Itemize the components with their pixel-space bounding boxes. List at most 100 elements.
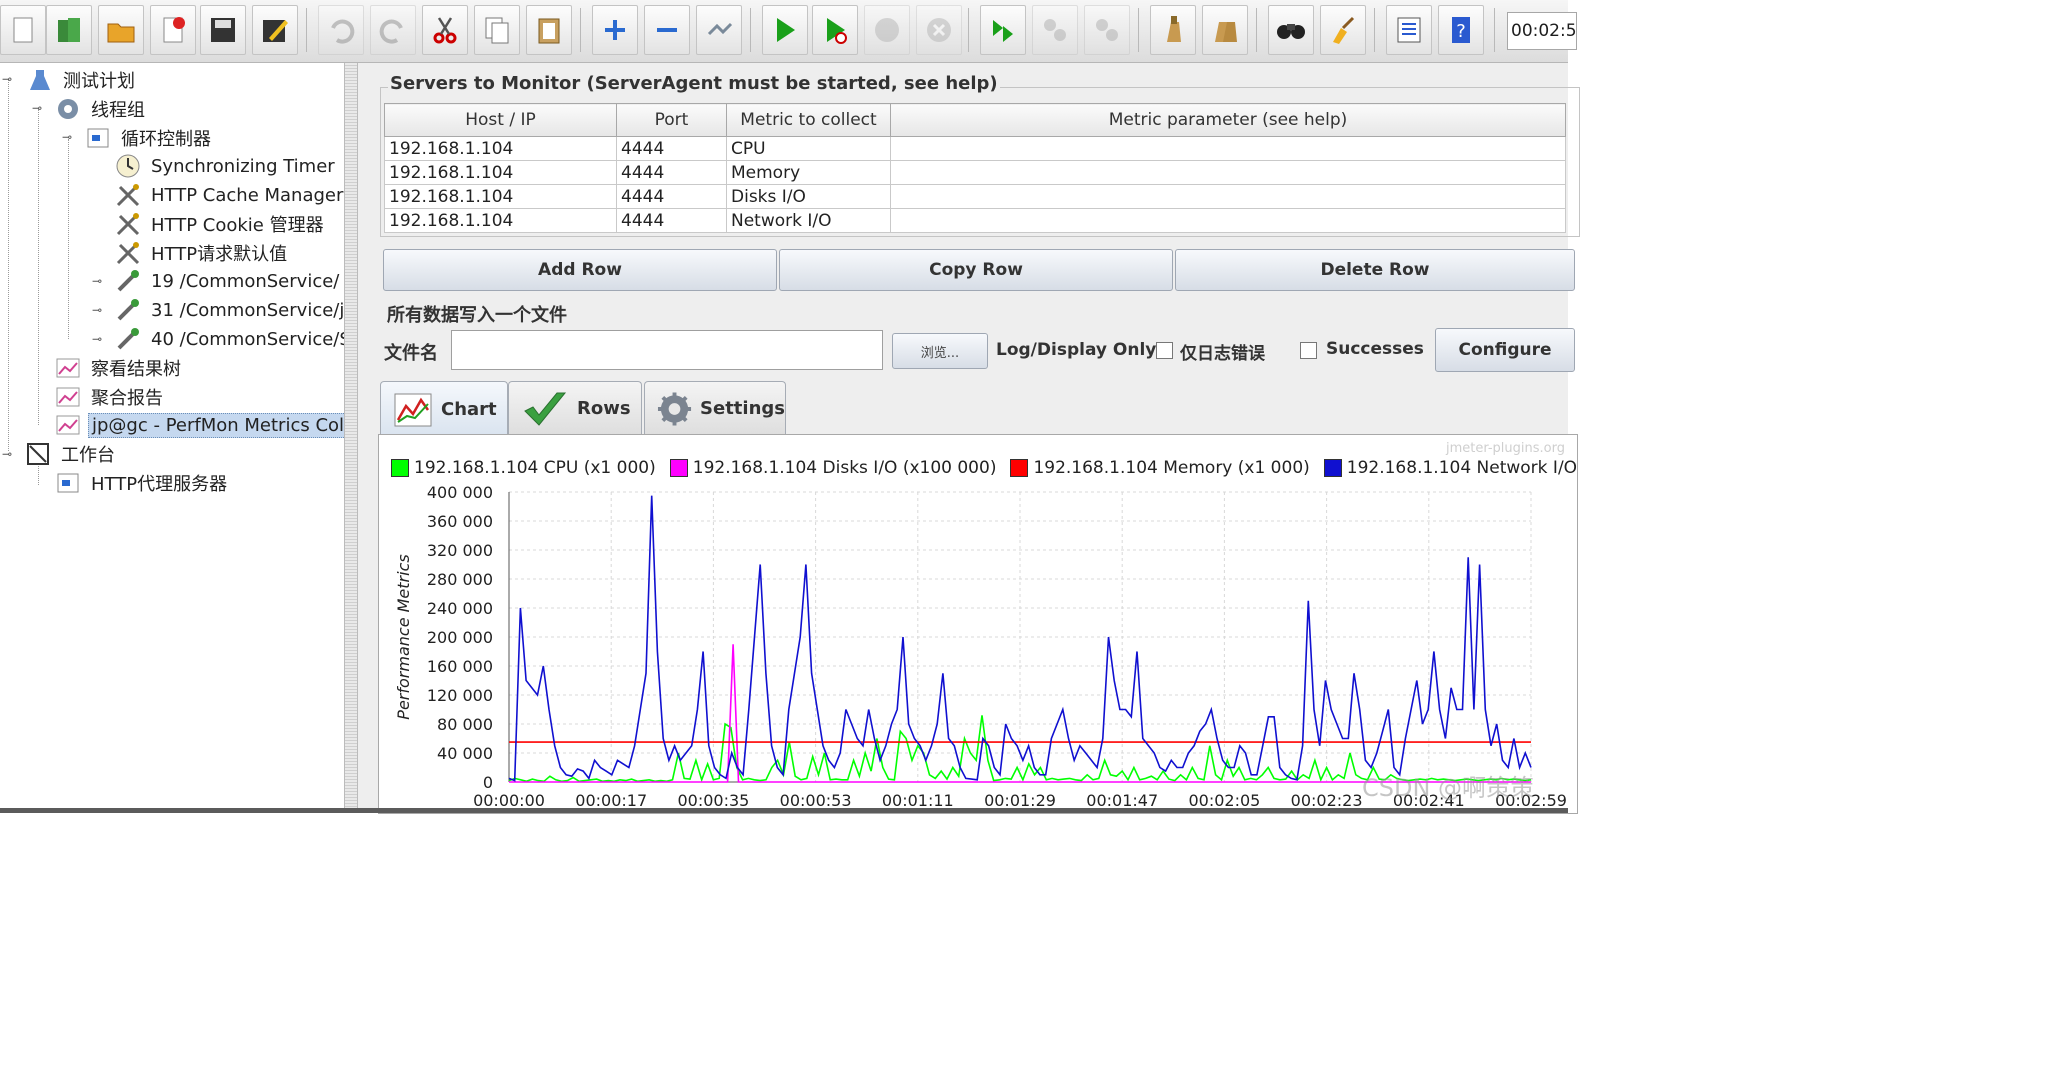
pane-splitter[interactable] xyxy=(344,63,358,808)
new-icon[interactable] xyxy=(0,5,46,55)
toggle-icon[interactable] xyxy=(696,5,742,55)
errors-only-checkbox[interactable] xyxy=(1156,342,1173,359)
clear-icon[interactable] xyxy=(1150,5,1196,55)
parameter-cell[interactable] xyxy=(890,160,1566,185)
file-section-title: 所有数据写入一个文件 xyxy=(387,305,567,326)
y-tick-label: 120 000 xyxy=(427,686,493,705)
tree-item-synchronizing-timer[interactable]: Synchronizing Timer xyxy=(114,152,338,180)
search-icon[interactable] xyxy=(1268,5,1314,55)
port-cell[interactable]: 4444 xyxy=(616,208,727,233)
tab-rows[interactable]: Rows xyxy=(508,381,642,435)
remote-stop-icon[interactable] xyxy=(1032,5,1078,55)
host-cell[interactable]: 192.168.1.104 xyxy=(384,208,617,233)
y-axis-label: Performance Metrics xyxy=(394,554,413,719)
column-header[interactable]: Metric to collect xyxy=(726,103,891,137)
host-cell[interactable]: 192.168.1.104 xyxy=(384,136,617,161)
tree-item-http-proxy[interactable]: HTTP代理服务器 xyxy=(54,469,230,497)
expand-icon[interactable] xyxy=(592,5,638,55)
graph-icon xyxy=(56,387,80,407)
tree-item-workbench[interactable]: 工作台 xyxy=(24,440,118,468)
metric-cell[interactable]: CPU xyxy=(726,136,891,161)
column-header[interactable]: Host / IP xyxy=(384,103,617,137)
table-row[interactable]: 192.168.1.104 4444 Network I/O xyxy=(384,208,1566,233)
cut-icon[interactable] xyxy=(422,5,468,55)
function-helper-icon[interactable] xyxy=(1386,5,1432,55)
help-icon[interactable]: ? xyxy=(1438,5,1484,55)
save-icon[interactable] xyxy=(200,5,246,55)
workbench-icon xyxy=(27,443,49,465)
paste-icon[interactable] xyxy=(526,5,572,55)
perfmon-chart[interactable]: jmeter-plugins.org 192.168.1.104 CPU (x1… xyxy=(378,434,1578,814)
shutdown-icon[interactable] xyxy=(916,5,962,55)
tree-item-loop-controller[interactable]: 循环控制器 xyxy=(84,124,214,152)
parameter-cell[interactable] xyxy=(890,184,1566,209)
templates-icon[interactable] xyxy=(46,5,92,55)
tree-item-sampler-31[interactable]: 31 /CommonService/j_s xyxy=(114,296,344,324)
table-row[interactable]: 192.168.1.104 4444 CPU xyxy=(384,136,1566,161)
tree-item-http-cache-manager[interactable]: HTTP Cache Manager xyxy=(114,181,344,209)
expand-toggle[interactable]: ⊸ xyxy=(92,274,104,288)
tree-item-sampler-40[interactable]: 40 /CommonService/Sy xyxy=(114,325,344,353)
tab-settings[interactable]: Settings xyxy=(644,381,786,435)
stop-icon[interactable] xyxy=(864,5,910,55)
metric-cell[interactable]: Disks I/O xyxy=(726,184,891,209)
column-header[interactable]: Metric parameter (see help) xyxy=(890,103,1566,137)
configure-button[interactable]: Configure xyxy=(1435,328,1575,372)
tree-item-aggregate-report[interactable]: 聚合报告 xyxy=(54,383,166,411)
browse-button[interactable]: 浏览... xyxy=(892,333,988,369)
parameter-cell[interactable] xyxy=(890,136,1566,161)
expand-toggle[interactable]: ⊸ xyxy=(2,447,14,461)
redo-icon[interactable] xyxy=(370,5,416,55)
filename-input[interactable] xyxy=(451,330,883,370)
gear-icon xyxy=(58,99,78,119)
successes-checkbox[interactable] xyxy=(1300,342,1317,359)
host-cell[interactable]: 192.168.1.104 xyxy=(384,160,617,185)
tree-item-thread-group[interactable]: 线程组 xyxy=(54,95,148,123)
host-cell[interactable]: 192.168.1.104 xyxy=(384,184,617,209)
servers-table[interactable]: Host / IP Port Metric to collect Metric … xyxy=(384,103,1566,233)
svg-text:?: ? xyxy=(1456,21,1466,42)
expand-toggle[interactable]: ⊸ xyxy=(62,130,74,144)
table-row[interactable]: 192.168.1.104 4444 Disks I/O xyxy=(384,184,1566,209)
parameter-cell[interactable] xyxy=(890,208,1566,233)
tree-item-test-plan[interactable]: 测试计划 xyxy=(26,66,138,94)
table-row[interactable]: 192.168.1.104 4444 Memory xyxy=(384,160,1566,185)
open-icon[interactable] xyxy=(98,5,144,55)
clear-all-icon[interactable] xyxy=(1202,5,1248,55)
toolbar: ? 00:02:5 xyxy=(0,0,1577,63)
close-icon[interactable] xyxy=(150,5,196,55)
expand-toggle[interactable]: ⊸ xyxy=(92,332,104,346)
undo-icon[interactable] xyxy=(318,5,364,55)
tree-item-http-cookie-manager[interactable]: HTTP Cookie 管理器 xyxy=(114,210,327,238)
start-no-pauses-icon[interactable] xyxy=(812,5,858,55)
copy-row-button[interactable]: Copy Row xyxy=(779,249,1173,291)
tree-item-view-results-tree[interactable]: 察看结果树 xyxy=(54,354,184,382)
remote-start-icon[interactable] xyxy=(980,5,1026,55)
metric-cell[interactable]: Network I/O xyxy=(726,208,891,233)
copy-icon[interactable] xyxy=(474,5,520,55)
port-cell[interactable]: 4444 xyxy=(616,136,727,161)
metric-cell[interactable]: Memory xyxy=(726,160,891,185)
y-tick-label: 320 000 xyxy=(427,541,493,560)
expand-toggle[interactable]: ⊸ xyxy=(32,101,44,115)
y-tick-label: 240 000 xyxy=(427,599,493,618)
port-cell[interactable]: 4444 xyxy=(616,160,727,185)
delete-row-button[interactable]: Delete Row xyxy=(1175,249,1575,291)
remote-shutdown-icon[interactable] xyxy=(1084,5,1130,55)
tab-chart[interactable]: Chart xyxy=(380,381,508,437)
expand-toggle[interactable]: ⊸ xyxy=(92,303,104,317)
tree-item-sampler-19[interactable]: 19 /CommonService/ xyxy=(114,267,342,295)
tools-icon xyxy=(116,213,140,236)
tree-item-http-defaults[interactable]: HTTP请求默认值 xyxy=(114,239,290,267)
port-cell[interactable]: 4444 xyxy=(616,184,727,209)
reset-search-icon[interactable] xyxy=(1320,5,1366,55)
y-tick-label: 400 000 xyxy=(427,483,493,502)
expand-toggle[interactable]: ⊸ xyxy=(2,72,14,86)
tree-item-perfmon-collector[interactable]: jp@gc - PerfMon Metrics Collec xyxy=(54,411,344,439)
save-as-icon[interactable] xyxy=(252,5,298,55)
y-tick-label: 200 000 xyxy=(427,628,493,647)
collapse-icon[interactable] xyxy=(644,5,690,55)
add-row-button[interactable]: Add Row xyxy=(383,249,777,291)
start-icon[interactable] xyxy=(762,5,808,55)
column-header[interactable]: Port xyxy=(616,103,727,137)
